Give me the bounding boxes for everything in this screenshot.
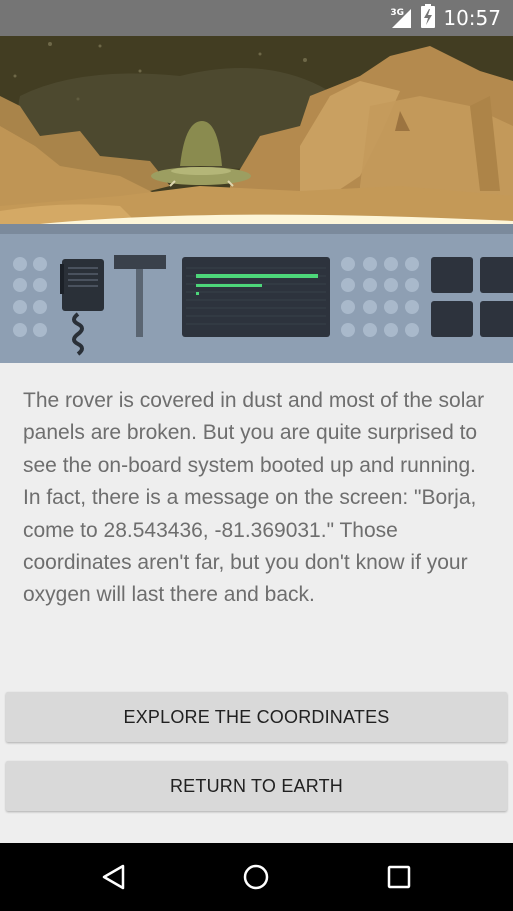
cell-signal-icon: 3G [389, 7, 413, 29]
network-type-label: 3G [390, 8, 405, 18]
return-to-earth-button[interactable]: RETURN TO EARTH [6, 761, 507, 811]
recents-icon[interactable] [379, 857, 419, 897]
story-text: The rover is covered in dust and most of… [23, 389, 485, 607]
navigation-bar [0, 843, 513, 911]
explore-coordinates-button[interactable]: EXPLORE THE COORDINATES [6, 692, 507, 742]
status-bar: 3G 10:57 [0, 0, 513, 36]
story-screen: 3G 10:57 The rover is covered in dust an… [0, 0, 513, 911]
console-screen [182, 257, 330, 337]
home-icon[interactable] [236, 857, 276, 897]
status-time: 10:57 [443, 6, 501, 30]
status-icons: 3G 10:57 [389, 0, 501, 36]
back-icon[interactable] [94, 857, 134, 897]
rover-console-illustration [0, 36, 513, 363]
battery-charging-icon [421, 3, 436, 33]
